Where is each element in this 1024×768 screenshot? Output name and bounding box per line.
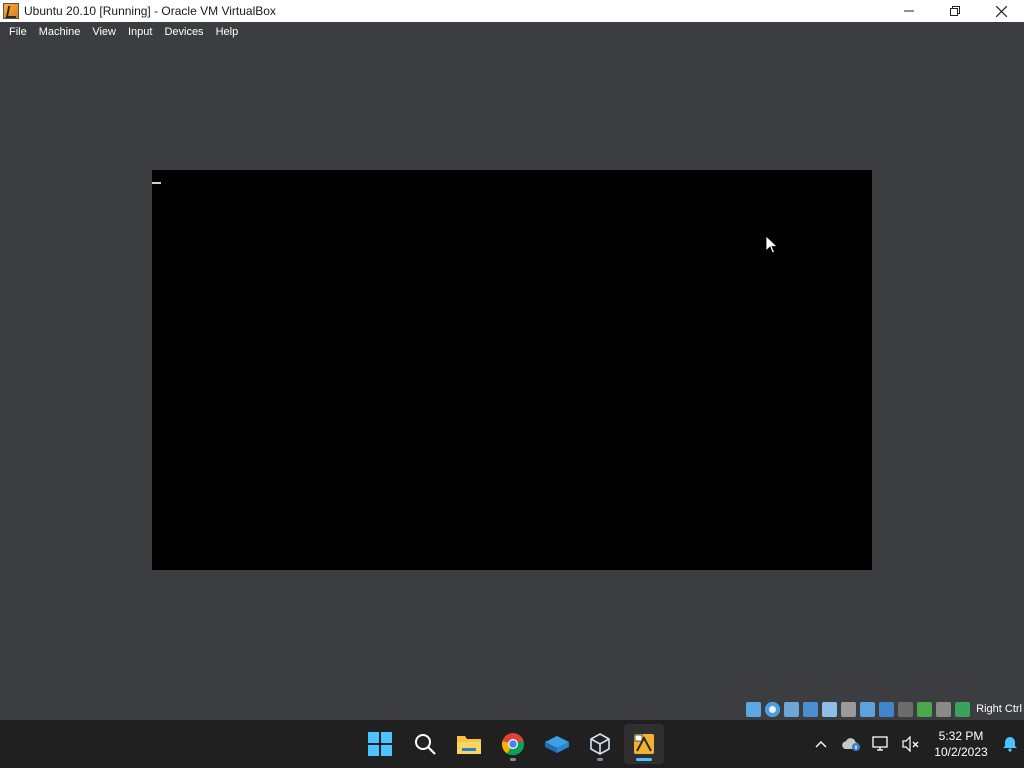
volume-muted-icon bbox=[902, 736, 919, 752]
window-controls bbox=[886, 0, 1024, 22]
menu-devices[interactable]: Devices bbox=[158, 22, 209, 42]
remote-desktop-icon bbox=[545, 736, 569, 753]
running-indicator bbox=[510, 758, 516, 761]
remote-app[interactable] bbox=[537, 724, 577, 764]
shared-folders-icon[interactable] bbox=[841, 701, 857, 717]
taskbar: 5:32 PM 10/2/2023 bbox=[0, 720, 1024, 768]
bell-icon bbox=[1003, 737, 1017, 752]
hard-disk-icon[interactable] bbox=[746, 701, 762, 717]
menu-file[interactable]: File bbox=[0, 22, 33, 42]
show-hidden-icons-button[interactable] bbox=[806, 720, 836, 768]
minimize-icon bbox=[904, 10, 914, 12]
running-indicator bbox=[597, 758, 603, 761]
close-icon bbox=[995, 5, 1007, 17]
console-cursor bbox=[152, 182, 161, 184]
network-icon[interactable] bbox=[803, 701, 819, 717]
keyboard-capture-icon[interactable] bbox=[955, 701, 971, 717]
volume-button[interactable] bbox=[896, 720, 926, 768]
chevron-up-icon bbox=[815, 741, 827, 748]
notifications-button[interactable] bbox=[996, 720, 1024, 768]
menu-input[interactable]: Input bbox=[122, 22, 158, 42]
display-icon[interactable] bbox=[860, 701, 876, 717]
close-button[interactable] bbox=[978, 0, 1024, 22]
cpu-activity-icon[interactable] bbox=[917, 701, 933, 717]
system-tray: 5:32 PM 10/2/2023 bbox=[806, 720, 1024, 768]
vm-status-bar: Right Ctrl bbox=[746, 699, 1024, 719]
start-button[interactable] bbox=[360, 724, 400, 764]
search-button[interactable] bbox=[405, 724, 445, 764]
chrome-icon bbox=[501, 733, 525, 756]
mouse-pointer-icon bbox=[766, 236, 778, 254]
cloud-info-icon bbox=[842, 738, 860, 751]
clock-date: 10/2/2023 bbox=[934, 745, 988, 759]
window-title-bar[interactable]: Ubuntu 20.10 [Running] - Oracle VM Virtu… bbox=[0, 0, 1024, 22]
folder-icon bbox=[457, 736, 481, 754]
clock-time: 5:32 PM bbox=[938, 729, 984, 743]
active-indicator bbox=[636, 758, 652, 761]
optical-drive-icon[interactable] bbox=[765, 701, 781, 717]
menu-view[interactable]: View bbox=[86, 22, 122, 42]
file-explorer-app[interactable] bbox=[449, 724, 489, 764]
menu-bar: File Machine View Input Devices Help bbox=[0, 22, 1024, 42]
network-monitor-icon bbox=[872, 736, 888, 751]
video-capture-icon[interactable] bbox=[879, 701, 895, 717]
recording-icon[interactable] bbox=[898, 701, 914, 717]
virtualbox-cube-icon bbox=[590, 733, 610, 755]
usb-icon[interactable] bbox=[822, 701, 838, 717]
clock[interactable]: 5:32 PM 10/2/2023 bbox=[926, 728, 996, 760]
menu-help[interactable]: Help bbox=[210, 22, 245, 42]
onedrive-button[interactable] bbox=[836, 720, 866, 768]
restore-button[interactable] bbox=[932, 0, 978, 22]
chrome-app[interactable] bbox=[493, 724, 533, 764]
virtualbox-icon bbox=[3, 3, 19, 19]
host-key-label: Right Ctrl bbox=[976, 703, 1022, 715]
restore-icon bbox=[950, 6, 960, 16]
virtualbox-vm-icon bbox=[634, 734, 654, 754]
window-title: Ubuntu 20.10 [Running] - Oracle VM Virtu… bbox=[24, 4, 276, 18]
virtualbox-vm-app[interactable] bbox=[624, 724, 664, 764]
windows-logo-icon bbox=[368, 732, 392, 756]
network-status-button[interactable] bbox=[866, 720, 896, 768]
menu-machine[interactable]: Machine bbox=[33, 22, 87, 42]
search-icon bbox=[415, 734, 436, 755]
minimize-button[interactable] bbox=[886, 0, 932, 22]
virtualbox-manager-app[interactable] bbox=[580, 724, 620, 764]
vm-display[interactable] bbox=[152, 170, 872, 570]
audio-icon[interactable] bbox=[784, 701, 800, 717]
mouse-integration-icon[interactable] bbox=[936, 701, 952, 717]
